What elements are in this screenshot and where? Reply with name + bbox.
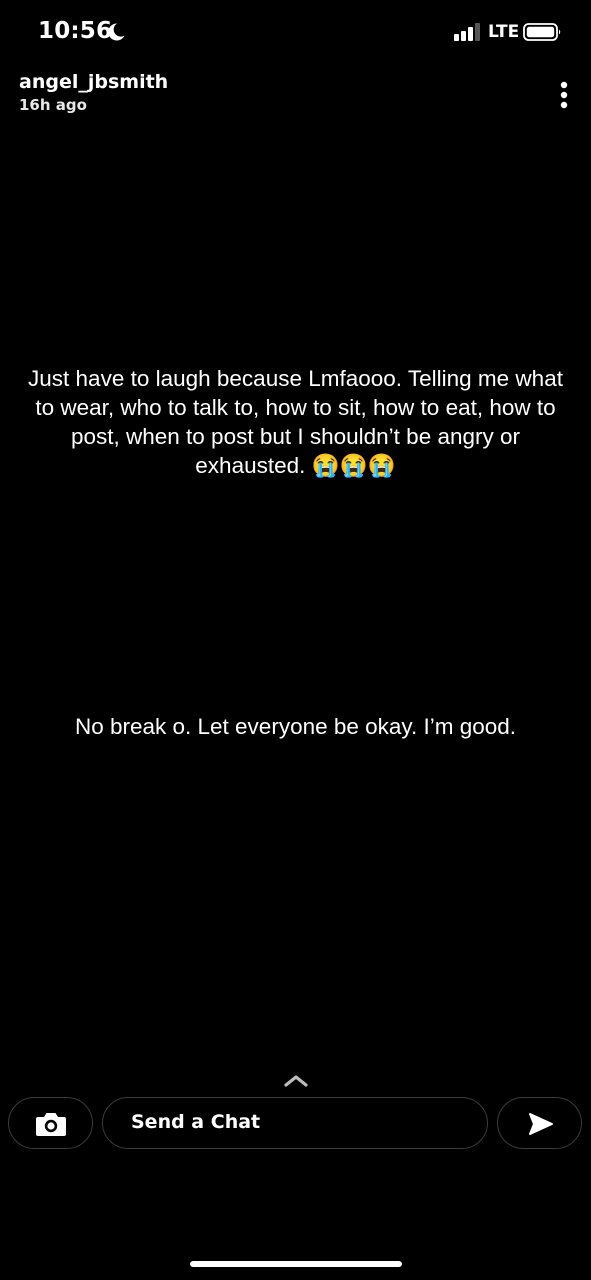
send-icon: [529, 1113, 553, 1135]
story-timestamp: 16h ago: [19, 96, 87, 114]
camera-button[interactable]: [8, 1097, 93, 1149]
send-chat-placeholder: Send a Chat: [131, 1111, 261, 1133]
status-time: 10:56: [38, 18, 113, 44]
send-button[interactable]: [497, 1097, 582, 1149]
story-header: angel_jbsmith 16h ago: [19, 70, 168, 116]
battery-icon: [523, 23, 561, 41]
send-chat-input[interactable]: Send a Chat: [102, 1097, 488, 1149]
swipe-up-icon[interactable]: [283, 1072, 309, 1088]
more-vertical-icon: [560, 81, 568, 109]
story-text-secondary: No break o. Let everyone be okay. I’m go…: [74, 714, 517, 739]
more-options-button[interactable]: [548, 80, 580, 114]
story-username[interactable]: angel_jbsmith: [19, 70, 168, 94]
moon-icon: [108, 23, 125, 41]
signal-icon: [454, 23, 480, 41]
camera-icon: [36, 1113, 66, 1136]
network-label: LTE: [488, 22, 520, 42]
story-text-primary: Just have to laugh because Lmfaooo. Tell…: [28, 366, 563, 478]
status-bar: 10:56 LTE: [0, 0, 591, 64]
home-indicator: [190, 1261, 402, 1267]
